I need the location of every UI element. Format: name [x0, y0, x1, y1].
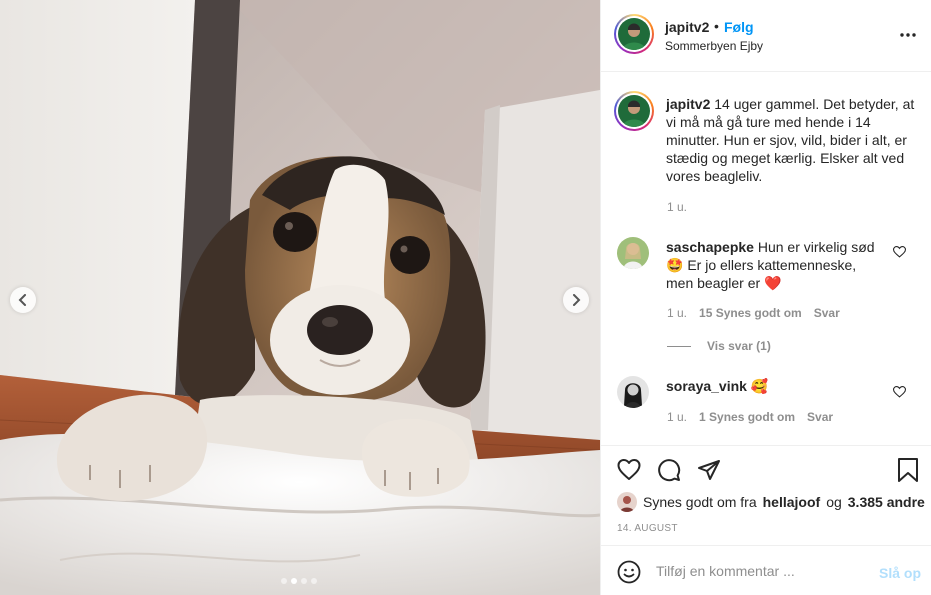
post-comment-button[interactable]: Slå op: [879, 565, 921, 581]
carousel-dot: [301, 578, 307, 584]
caption-text: japitv2 14 uger gammel. Det betyder, at …: [666, 95, 918, 185]
comment-username[interactable]: soraya_vink: [666, 378, 747, 394]
view-replies-button[interactable]: Vis svar (1): [667, 339, 771, 353]
post-photo[interactable]: [0, 0, 600, 595]
share-icon[interactable]: [697, 458, 721, 482]
reply-button[interactable]: Svar: [807, 410, 833, 424]
likes-conjunction: og: [826, 494, 842, 510]
comment-input[interactable]: [656, 560, 866, 582]
comment-meta: 1 u. 15 Synes godt om Svar: [667, 306, 840, 320]
post-location[interactable]: Sommerbyen Ejby: [665, 39, 763, 53]
smiling-hearts-emoji: 🥰: [750, 378, 769, 394]
comment-timestamp[interactable]: 1 u.: [667, 306, 687, 320]
comment-body: Er jo ellers kattemenneske, men beagler …: [666, 257, 857, 291]
comment-text: soraya_vink 🥰: [666, 377, 881, 395]
commenter-avatar[interactable]: [617, 376, 649, 408]
view-replies-label: Vis svar (1): [707, 339, 771, 353]
comment-meta: 1 u. 1 Synes godt om Svar: [667, 410, 833, 424]
separator-dot: •: [714, 18, 719, 34]
chevron-right-icon: [573, 294, 581, 306]
add-comment-bar: Slå op: [601, 545, 931, 595]
heart-icon[interactable]: [617, 458, 641, 482]
comments-list[interactable]: japitv2 14 uger gammel. Det betyder, at …: [601, 73, 931, 445]
avatar-image: [618, 18, 650, 50]
comment-username[interactable]: saschapepke: [666, 239, 754, 255]
avatar-image: [618, 95, 650, 127]
caption-username[interactable]: japitv2: [666, 96, 710, 112]
follow-button[interactable]: Følg: [724, 19, 754, 35]
commenter-avatar[interactable]: [617, 237, 649, 269]
comment-likes-count[interactable]: 15 Synes godt om: [699, 306, 802, 320]
liker-username[interactable]: hellajoof: [763, 494, 821, 510]
likes-prefix: Synes godt om fra: [643, 494, 757, 510]
action-bar: Synes godt om fra hellajoof og 3.385 and…: [601, 445, 931, 545]
replies-divider: [667, 345, 691, 347]
comment-likes-count[interactable]: 1 Synes godt om: [699, 410, 795, 424]
comment-text: saschapepke Hun er virkelig sød 🤩 Er jo …: [666, 238, 881, 292]
instagram-post: japitv2 • Følg Sommerbyen Ejby japitv2 1…: [0, 0, 931, 595]
liker-avatar[interactable]: [617, 492, 637, 512]
like-comment-heart-icon[interactable]: [893, 246, 906, 258]
chevron-left-icon: [18, 294, 26, 306]
like-comment-heart-icon[interactable]: [893, 386, 906, 398]
emoji-icon[interactable]: [617, 560, 641, 584]
carousel-prev-button[interactable]: [10, 287, 36, 313]
carousel-dot-active: [291, 578, 297, 584]
likes-summary: Synes godt om fra hellajoof og 3.385 and…: [617, 492, 925, 512]
carousel-next-button[interactable]: [563, 287, 589, 313]
author-avatar[interactable]: [614, 14, 654, 54]
red-heart-emoji: ❤️: [764, 275, 782, 291]
caption-avatar[interactable]: [614, 91, 654, 131]
beagle-puppy-photo: [0, 0, 600, 595]
author-username[interactable]: japitv2: [665, 19, 709, 35]
post-date[interactable]: 14. AUGUST: [617, 523, 678, 534]
carousel-dot: [311, 578, 317, 584]
bookmark-icon[interactable]: [897, 458, 919, 482]
carousel-dot: [281, 578, 287, 584]
star-eyes-emoji: 🤩: [666, 257, 684, 273]
comment-timestamp[interactable]: 1 u.: [667, 410, 687, 424]
more-dots-icon[interactable]: [899, 25, 917, 45]
comment-body: Hun er virkelig sød: [757, 239, 875, 255]
likes-others-count[interactable]: 3.385 andre: [848, 494, 925, 510]
caption-timestamp[interactable]: 1 u.: [667, 200, 687, 214]
comment-icon[interactable]: [657, 458, 681, 482]
reply-button[interactable]: Svar: [814, 306, 840, 320]
post-sidebar: japitv2 • Følg Sommerbyen Ejby japitv2 1…: [600, 0, 931, 595]
post-header: japitv2 • Følg Sommerbyen Ejby: [601, 0, 931, 72]
carousel-indicator: [281, 578, 317, 584]
